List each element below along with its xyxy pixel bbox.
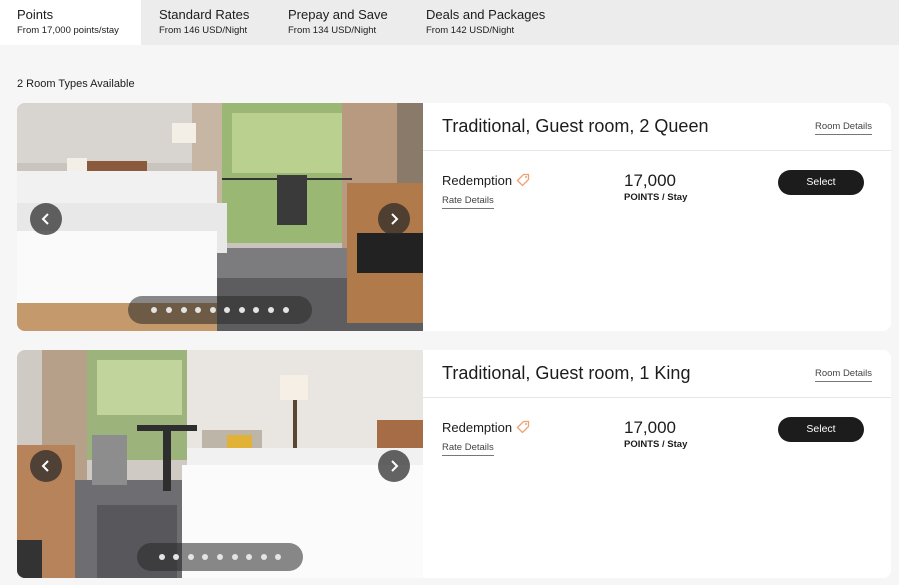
divider (423, 150, 891, 151)
photo-dot[interactable] (268, 307, 275, 313)
photo-dot[interactable] (180, 307, 187, 313)
tab-deals-and-packages[interactable]: Deals and Packages From 142 USD/Night (409, 0, 569, 45)
room-info: Traditional, Guest room, 1 King Room Det… (423, 350, 891, 578)
photo-dot[interactable] (165, 307, 172, 313)
tab-prepay-and-save[interactable]: Prepay and Save From 134 USD/Night (271, 0, 408, 45)
room-title: Traditional, Guest room, 2 Queen (442, 116, 709, 136)
tab-subtitle: From 142 USD/Night (426, 25, 515, 36)
tab-standard-rates[interactable]: Standard Rates From 146 USD/Night (142, 0, 270, 45)
chevron-right-icon (391, 213, 399, 225)
price: 17,000 (624, 171, 676, 190)
room-details-link[interactable]: Room Details (814, 121, 872, 135)
rate-tabs: Points From 17,000 points/stay Standard … (0, 0, 899, 45)
price: 17,000 (624, 418, 676, 437)
tab-subtitle: From 146 USD/Night (159, 25, 248, 36)
photo-dot[interactable] (275, 554, 282, 560)
photo-dot[interactable] (195, 307, 202, 313)
next-photo-button[interactable] (378, 203, 410, 235)
divider (423, 397, 891, 398)
select-button[interactable]: Select (778, 417, 864, 442)
photo-pagination (128, 296, 312, 324)
chevron-left-icon (41, 213, 49, 225)
rate-name: Redemption (442, 173, 513, 188)
photo-dot[interactable] (173, 554, 180, 560)
chevron-left-icon (41, 460, 49, 472)
photo-dot[interactable] (209, 307, 216, 313)
rate-details-link[interactable]: Rate Details (442, 442, 494, 456)
tab-points[interactable]: Points From 17,000 points/stay (0, 0, 141, 45)
photo-dot[interactable] (231, 554, 238, 560)
photo-dot[interactable] (187, 554, 194, 560)
chevron-right-icon (391, 460, 399, 472)
prev-photo-button[interactable] (30, 203, 62, 235)
tag-icon (516, 420, 530, 434)
tab-title: Deals and Packages (426, 7, 546, 22)
photo-dot[interactable] (253, 307, 260, 313)
photo-dot[interactable] (158, 554, 165, 560)
price-unit: POINTS / Stay (624, 439, 688, 450)
room-card: Traditional, Guest room, 2 Queen Room De… (17, 103, 891, 331)
rate-details-link[interactable]: Rate Details (442, 195, 494, 209)
photo-dot[interactable] (238, 307, 245, 313)
room-card: Traditional, Guest room, 1 King Room Det… (17, 350, 891, 578)
room-results: 2 Room Types Available Traditional, Gues… (0, 45, 899, 585)
photo-dot[interactable] (260, 554, 267, 560)
tab-title: Standard Rates (159, 7, 250, 22)
photo-dot[interactable] (224, 307, 231, 313)
tab-title: Points (17, 7, 54, 22)
room-title: Traditional, Guest room, 1 King (442, 363, 691, 383)
tab-subtitle: From 17,000 points/stay (17, 25, 119, 36)
tag-icon (516, 173, 530, 187)
prev-photo-button[interactable] (30, 450, 62, 482)
photo-dot[interactable] (282, 307, 289, 313)
photo-pagination (137, 543, 303, 571)
room-details-link[interactable]: Room Details (814, 368, 872, 382)
rate-name: Redemption (442, 420, 513, 435)
price-unit: POINTS / Stay (624, 192, 688, 203)
room-photo-carousel[interactable] (17, 103, 423, 331)
room-info: Traditional, Guest room, 2 Queen Room De… (423, 103, 891, 331)
photo-dot[interactable] (202, 554, 209, 560)
select-button[interactable]: Select (778, 170, 864, 195)
photo-dot[interactable] (246, 554, 253, 560)
room-count-label: 2 Room Types Available (17, 78, 135, 90)
room-photo-carousel[interactable] (17, 350, 423, 578)
photo-dot[interactable] (217, 554, 223, 560)
tab-subtitle: From 134 USD/Night (288, 25, 377, 36)
photo-dot[interactable] (151, 307, 158, 313)
tab-title: Prepay and Save (288, 7, 388, 22)
next-photo-button[interactable] (378, 450, 410, 482)
